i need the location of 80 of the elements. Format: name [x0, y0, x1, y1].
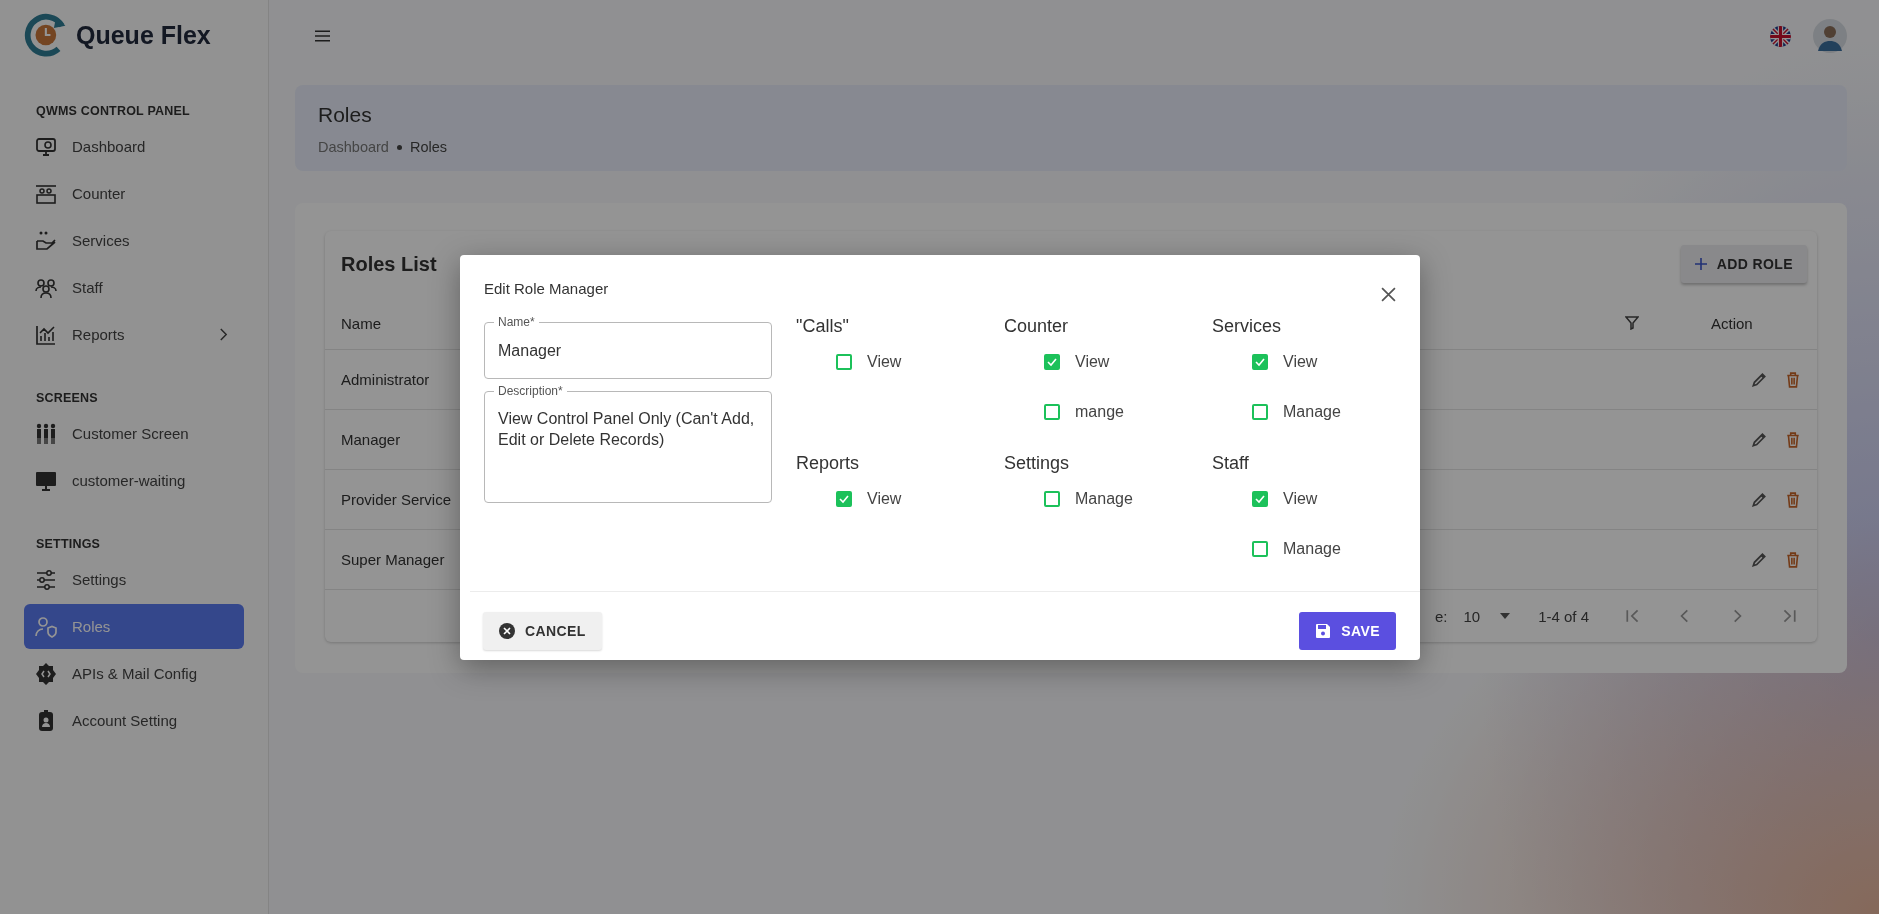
chevron-icon — [219, 328, 228, 341]
checkbox-label: View — [867, 353, 902, 371]
group-title: Counter — [1004, 316, 1070, 337]
group-title: Staff — [1212, 453, 1250, 474]
checkbox-label: mange — [1075, 403, 1124, 421]
checkbox-label: Manage — [1283, 403, 1341, 421]
checkbox-label: View — [1283, 490, 1318, 508]
delete-icon[interactable] — [1785, 371, 1801, 388]
brand-name: Queue Flex — [76, 20, 211, 50]
sidebar-item[interactable]: customer-waiting — [24, 458, 244, 503]
people-icon — [34, 421, 58, 446]
section-title: QWMS CONTROL PANEL — [35, 104, 191, 118]
save-button[interactable]: SAVE — [1299, 612, 1396, 650]
checkbox-label: Manage — [1283, 540, 1341, 558]
column-header[interactable]: Name — [341, 314, 381, 332]
last-page-icon[interactable] — [1781, 608, 1797, 624]
delete-icon[interactable] — [1785, 551, 1801, 568]
dialog-title: Edit Role Manager — [484, 280, 609, 297]
group-title: "Calls" — [796, 316, 850, 337]
rows-per-page-label: e: — [1434, 607, 1448, 625]
menu-icon[interactable] — [315, 30, 330, 42]
first-page-icon[interactable] — [1625, 608, 1641, 624]
checkbox[interactable] — [1044, 354, 1060, 370]
sidebar-item[interactable]: Counter — [24, 171, 244, 216]
sidebar-item[interactable]: APIs & Mail Config — [24, 651, 244, 696]
checkbox[interactable] — [1044, 404, 1060, 420]
edit-icon[interactable] — [1751, 431, 1767, 448]
group-title: Services — [1212, 316, 1283, 337]
table-cell: Manager — [341, 431, 401, 448]
checkbox[interactable] — [836, 491, 852, 507]
group-title: Reports — [796, 453, 861, 474]
table-cell: Provider Service — [341, 491, 452, 508]
checkbox-label: Manage — [1075, 490, 1133, 508]
page-range: 1-4 of 4 — [1538, 607, 1589, 625]
checkbox-label: View — [1075, 353, 1110, 371]
checkbox[interactable] — [1252, 541, 1268, 557]
edit-icon[interactable] — [1751, 371, 1767, 388]
checkbox-label: View — [1283, 353, 1318, 371]
breadcrumb-separator — [396, 144, 402, 150]
page-title: Roles — [318, 103, 373, 127]
cancel-button[interactable]: CANCEL — [483, 612, 602, 650]
sidebar-item[interactable]: Staff — [24, 265, 244, 310]
checkbox[interactable] — [1252, 404, 1268, 420]
sidebar-item[interactable]: Settings — [24, 557, 244, 602]
flag-icon[interactable] — [1770, 25, 1791, 47]
edit-icon[interactable] — [1751, 491, 1767, 508]
sliders-icon — [34, 567, 58, 592]
sidebar-item[interactable]: Account Setting — [24, 698, 244, 743]
rows-per-page-select[interactable]: 10 — [1463, 607, 1511, 625]
checkbox[interactable] — [1044, 491, 1060, 507]
table-cell: Administrator — [341, 371, 430, 388]
add-role-button[interactable]: ADD ROLE — [1680, 245, 1807, 283]
cancel-icon — [499, 623, 515, 639]
save-icon — [1315, 623, 1332, 639]
avatar[interactable] — [1813, 19, 1847, 53]
sidebar-item[interactable]: Customer Screen — [24, 411, 244, 456]
filter-icon[interactable] — [1625, 316, 1639, 330]
caret-icon — [1500, 613, 1511, 619]
section-title: SETTINGS — [35, 537, 102, 551]
delete-icon[interactable] — [1785, 431, 1801, 448]
gear-icon — [34, 661, 58, 686]
checkbox[interactable] — [836, 354, 852, 370]
breadcrumb-link[interactable]: Dashboard — [318, 139, 389, 155]
checkbox[interactable] — [1252, 491, 1268, 507]
checkbox-label: View — [867, 490, 902, 508]
sidebar-item[interactable]: Dashboard — [24, 124, 244, 169]
close-icon[interactable] — [1381, 287, 1396, 302]
card-title: Roles List — [341, 252, 437, 276]
sidebar-item[interactable]: Reports — [24, 312, 244, 357]
section-title: SCREENS — [35, 391, 99, 405]
checkbox[interactable] — [1252, 354, 1268, 370]
delete-icon[interactable] — [1785, 491, 1801, 508]
edit-icon[interactable] — [1751, 551, 1767, 568]
user-shield-icon — [34, 614, 58, 639]
group-title: Settings — [1004, 453, 1071, 474]
sidebar-item[interactable]: Roles — [24, 604, 244, 649]
sidebar-item[interactable]: Services — [24, 218, 244, 263]
column-header: Action — [1711, 314, 1754, 332]
plus-icon — [1694, 258, 1707, 270]
table-cell: Super Manager — [341, 551, 445, 568]
